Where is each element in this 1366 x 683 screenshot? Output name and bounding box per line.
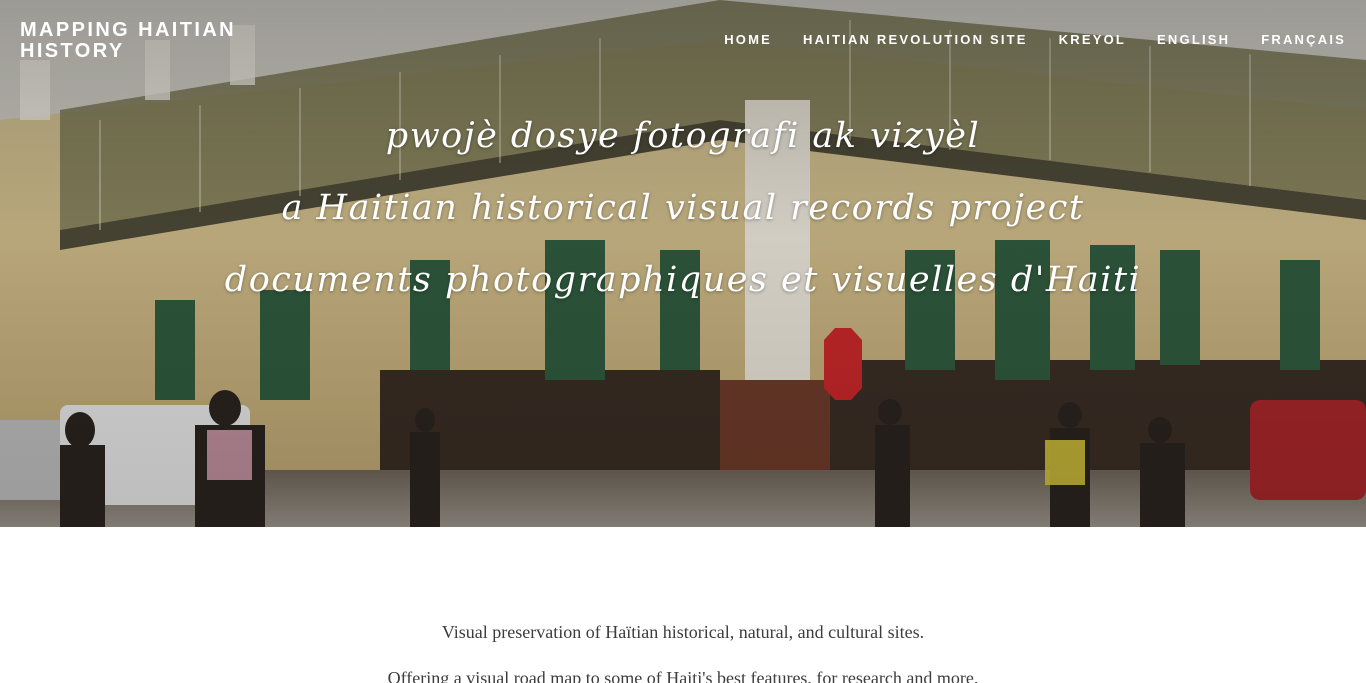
nav-link-english[interactable]: ENGLISH: [1157, 32, 1230, 47]
hero-title-english: a Haitian historical visual records proj…: [281, 188, 1085, 228]
hero-banner: MAPPING HAITIAN HISTORY HOME HAITIAN REV…: [0, 0, 1366, 527]
site-logo[interactable]: MAPPING HAITIAN HISTORY: [20, 20, 260, 62]
intro-section: Visual preservation of Haïtian historica…: [0, 622, 1366, 683]
hero-title-kreyol: pwojè dosye fotografi ak vizyèl: [385, 116, 981, 156]
hero-titles: pwojè dosye fotografi ak vizyèl a Haitia…: [0, 110, 1366, 326]
intro-line-1: Visual preservation of Haïtian historica…: [441, 622, 925, 642]
nav-link-francais[interactable]: FRANÇAIS: [1261, 32, 1346, 47]
nav-link-haitian-revolution-site[interactable]: HAITIAN REVOLUTION SITE: [803, 32, 1028, 47]
nav-link-kreyol[interactable]: KREYOL: [1059, 32, 1126, 47]
intro-line-2: Offering a visual road map to some of Ha…: [387, 668, 979, 683]
nav-link-home[interactable]: HOME: [724, 32, 772, 47]
hero-title-french: documents photographiques et visuelles d…: [224, 260, 1142, 300]
main-nav: HOME HAITIAN REVOLUTION SITE KREYOL ENGL…: [724, 32, 1346, 47]
